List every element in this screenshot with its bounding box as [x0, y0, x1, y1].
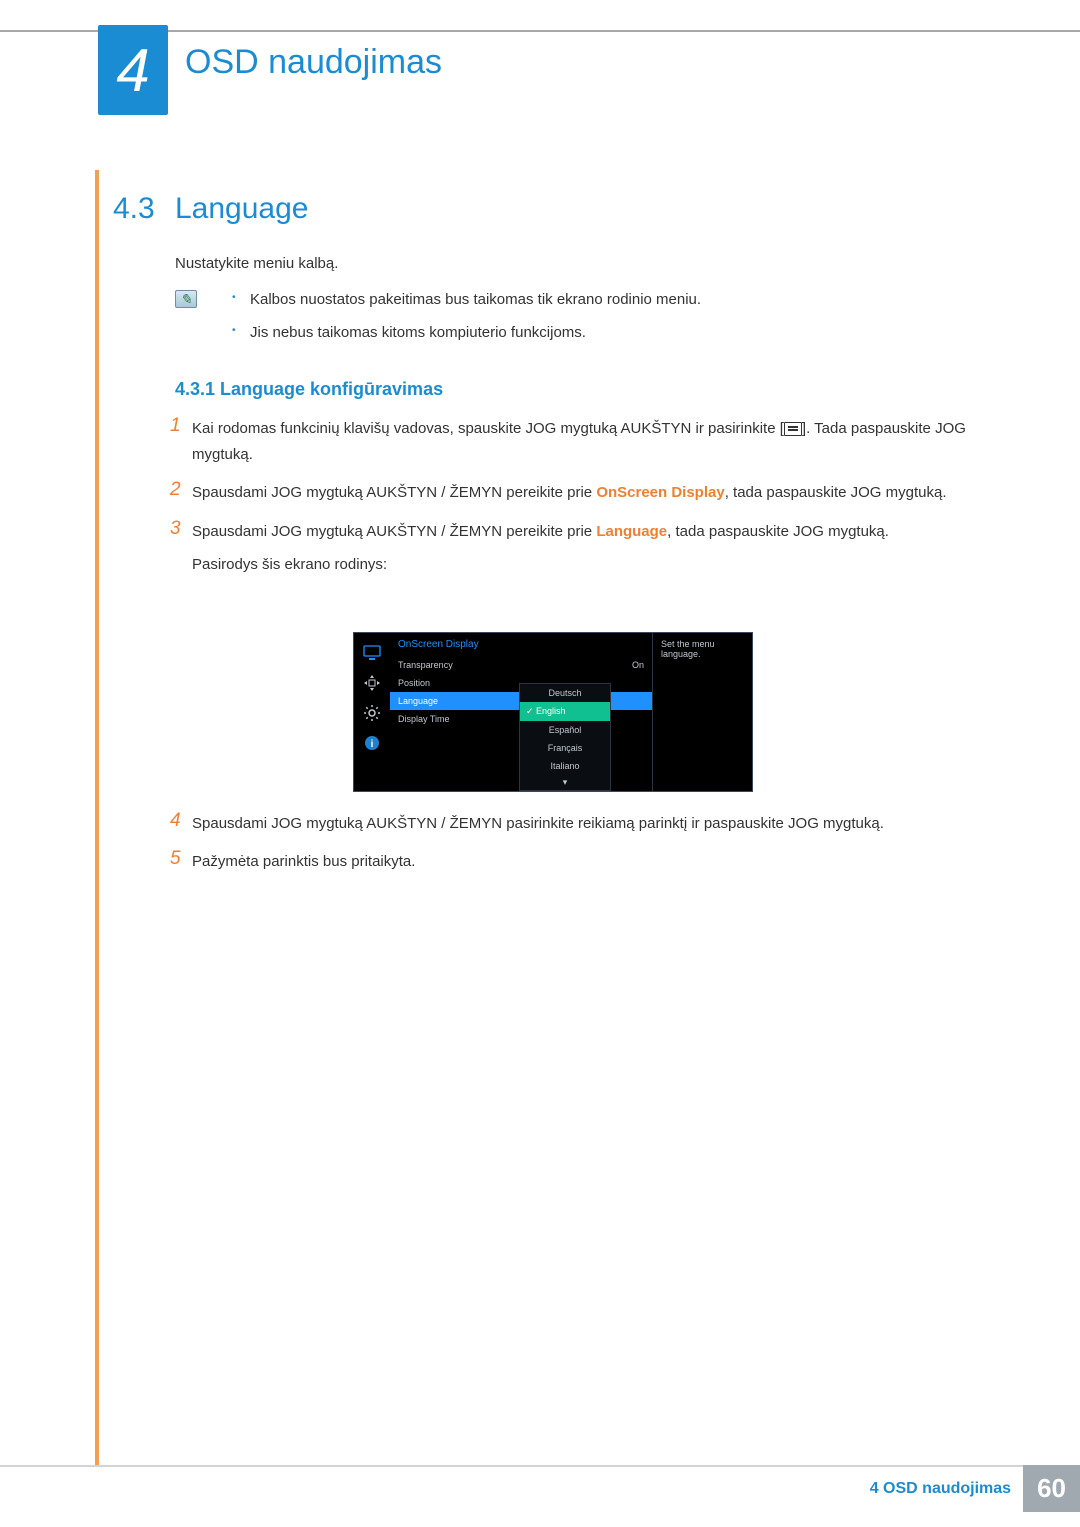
step-text: Spausdami JOG mygtuką AUKŠTYN / ŽEMYN pe… [192, 484, 596, 501]
step-number: 3 [170, 518, 192, 578]
section-title: Language [175, 192, 308, 226]
osd-option: Français [520, 739, 610, 757]
section-number: 4.3 [113, 192, 155, 226]
step-number: 5 [170, 848, 192, 875]
step: 1 Kai rodomas funkcinių klavišų vadovas,… [170, 415, 990, 467]
vertical-accent [95, 170, 99, 1467]
step-number: 4 [170, 810, 192, 837]
step-number: 2 [170, 479, 192, 506]
step-body: Kai rodomas funkcinių klavišų vadovas, s… [192, 415, 990, 467]
intro-text: Nustatykite meniu kalbą. [175, 255, 338, 272]
step-body: Pažymėta parinktis bus pritaikyta. [192, 848, 415, 875]
subsection-title: 4.3.1 Language konfigūravimas [175, 379, 443, 400]
note-item: Kalbos nuostatos pakeitimas bus taikomas… [232, 289, 701, 310]
chapter-title: OSD naudojimas [185, 43, 442, 82]
step-text: Kai rodomas funkcinių klavišų vadovas, s… [192, 420, 784, 437]
osd-item-label: Transparency [398, 660, 632, 670]
step: 2 Spausdami JOG mygtuką AUKŠTYN / ŽEMYN … [170, 479, 990, 506]
note-item: Jis nebus taikomas kitoms kompiuterio fu… [232, 322, 701, 343]
menu-icon [784, 422, 802, 436]
info-icon: i [362, 733, 382, 753]
osd-sidebar: i [354, 633, 390, 791]
gear-icon [362, 703, 382, 723]
step-text: Pasirodys šis ekrano rodinys: [192, 556, 387, 573]
step-number: 1 [170, 415, 192, 467]
osd-header: OnScreen Display [390, 633, 652, 656]
footer: 4 OSD naudojimas 60 [870, 1465, 1080, 1512]
osd-submenu: Deutsch English Español Français Italian… [519, 683, 611, 791]
footer-text: 4 OSD naudojimas [870, 1480, 1011, 1498]
osd-option: Italiano [520, 757, 610, 775]
monitor-icon [362, 643, 382, 663]
step-highlight: OnScreen Display [596, 484, 724, 501]
step-highlight: Language [596, 523, 667, 540]
osd-option: Español [520, 721, 610, 739]
note-list: Kalbos nuostatos pakeitimas bus taikomas… [232, 289, 701, 355]
svg-text:i: i [371, 739, 374, 750]
step: 5 Pažymėta parinktis bus pritaikyta. [170, 848, 990, 875]
step-text: , tada paspauskite JOG mygtuką. [725, 484, 947, 501]
osd-option-selected: English [520, 702, 610, 721]
osd-option: Deutsch [520, 684, 610, 702]
step: 4 Spausdami JOG mygtuką AUKŠTYN / ŽEMYN … [170, 810, 990, 837]
chapter-number: 4 [116, 36, 149, 105]
step-text: Spausdami JOG mygtuką AUKŠTYN / ŽEMYN pe… [192, 523, 596, 540]
chevron-down-icon: ▾ [520, 775, 610, 790]
osd-row: Transparency On [390, 656, 652, 674]
move-icon [362, 673, 382, 693]
step-text: , tada paspauskite JOG mygtuką. [667, 523, 889, 540]
osd-item-value: On [632, 660, 644, 670]
step-body: Spausdami JOG mygtuką AUKŠTYN / ŽEMYN pe… [192, 518, 889, 578]
osd-hint: Set the menu language. [652, 633, 752, 791]
osd-menu-figure: i OnScreen Display Transparency On Posit… [353, 632, 753, 792]
step-body: Spausdami JOG mygtuką AUKŠTYN / ŽEMYN pa… [192, 810, 884, 837]
page-number: 60 [1023, 1465, 1080, 1512]
chapter-tab: 4 [98, 25, 168, 115]
step-body: Spausdami JOG mygtuką AUKŠTYN / ŽEMYN pe… [192, 479, 946, 506]
note-icon: ✎ [175, 290, 197, 308]
step: 3 Spausdami JOG mygtuką AUKŠTYN / ŽEMYN … [170, 518, 990, 578]
